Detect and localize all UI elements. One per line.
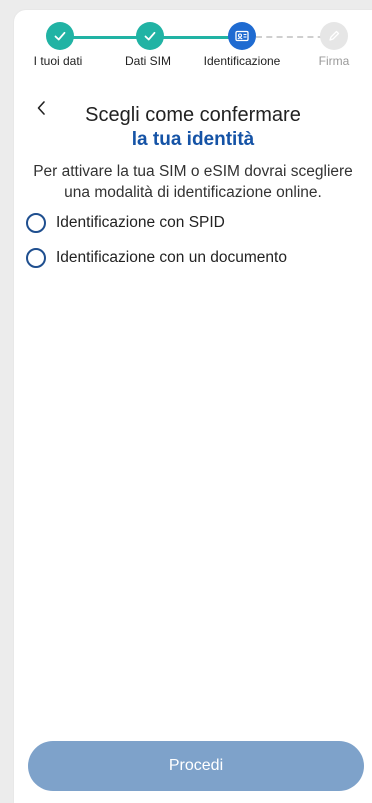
page-title: Scegli come confermare: [85, 104, 301, 126]
pen-icon: [329, 30, 340, 41]
radio-button[interactable]: [26, 213, 46, 233]
option-document[interactable]: Identificazione con un documento: [26, 246, 287, 270]
radio-button[interactable]: [26, 248, 46, 268]
step-2-indicator: [136, 22, 164, 50]
progress-stepper: I tuoi dati Dati SIM Identificazione Fir…: [14, 10, 372, 80]
step-4-indicator: [320, 22, 348, 50]
page-description: Per attivare la tua SIM o eSIM dovrai sc…: [33, 163, 353, 201]
option-document-label: Identificazione con un documento: [56, 249, 287, 266]
step-2-label: Dati SIM: [124, 54, 172, 68]
option-spid-label: Identificazione con SPID: [56, 214, 225, 231]
id-card-icon: [235, 30, 249, 42]
check-icon: [144, 31, 156, 41]
step-1-indicator: [46, 22, 74, 50]
identification-card: I tuoi dati Dati SIM Identificazione Fir…: [14, 10, 372, 803]
step-4-label: Firma: [318, 54, 350, 68]
step-3-label: Identificazione: [203, 54, 281, 68]
page-title-accent: la tua identità: [131, 129, 255, 150]
check-icon: [54, 31, 66, 41]
proceed-button[interactable]: Procedi: [28, 741, 364, 791]
step-3-indicator: [228, 22, 256, 50]
option-spid[interactable]: Identificazione con SPID: [26, 211, 225, 235]
step-1-label: I tuoi dati: [33, 54, 83, 68]
